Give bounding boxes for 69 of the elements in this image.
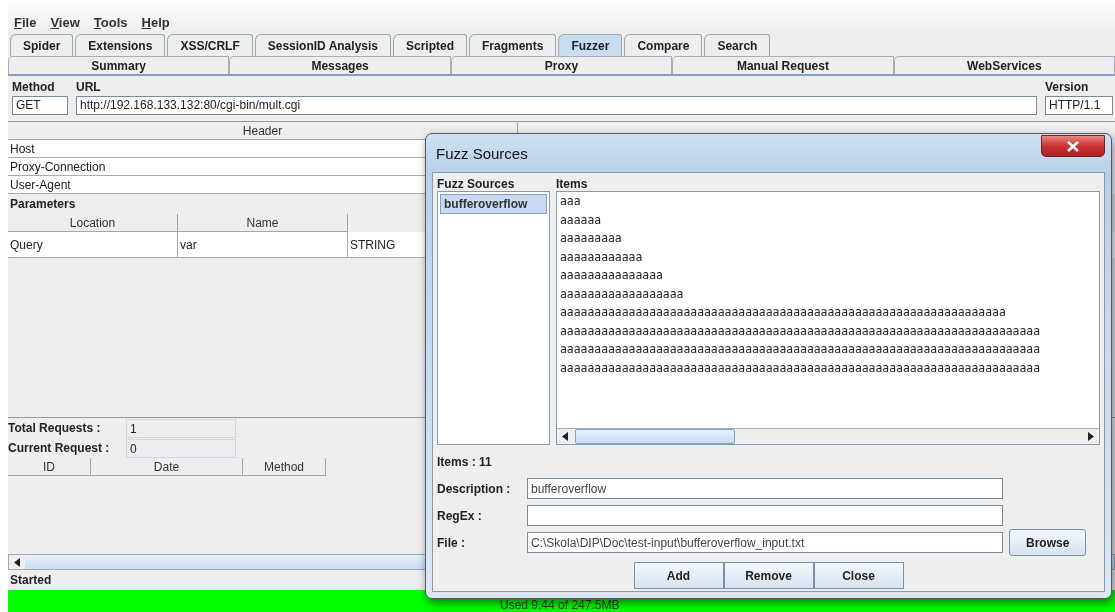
menu-item[interactable]: File bbox=[14, 15, 37, 30]
scroll-thumb[interactable] bbox=[575, 429, 735, 444]
list-item[interactable]: aaaaaaaaaaaaaaaaaaaaaaaaaaaaaaaaaaaaaaaaaaaaaaaaaaaaaaaaaaaaaaaaa bbox=[560, 305, 1006, 319]
tab[interactable]: XSS/CRLF bbox=[167, 34, 253, 56]
list-item[interactable]: aaaaaaaaaaaaaaaaaaaaaaaaaaaaaaaaaaaaaaaaaaaaaaaaaaaaaaaaaaaaaaaaaaaaaa bbox=[560, 342, 1041, 356]
list-item[interactable]: aaaaaaaaaaaaaaaaaa bbox=[560, 286, 684, 301]
tab[interactable]: Fuzzer bbox=[558, 34, 623, 56]
menu-item[interactable]: Help bbox=[141, 15, 170, 30]
list-item[interactable]: aaaaaaaaaaaaaaaaaaaaaaaaaaaaaaaaaaaaaaaaaaaaaaaaaaaaaaaaaaaaaaaaaaaaaa bbox=[560, 323, 1041, 338]
tab[interactable]: Proxy bbox=[450, 56, 673, 74]
left-arrow-icon[interactable] bbox=[14, 557, 20, 567]
tab[interactable]: Scripted bbox=[393, 34, 467, 56]
url-field[interactable]: http://192.168.133.132:80/cgi-bin/mult.cgi bbox=[76, 96, 1037, 115]
column-header[interactable]: ID bbox=[8, 458, 91, 476]
list-item[interactable]: aaaaaaaaaaaaaaaaaaaaaaaaaaaaaaaaaaaaaaaaaaaaaaaaaaaaaaaaaaaaaaaaaaaaaa bbox=[560, 360, 1041, 375]
items-count: Items : 11 bbox=[437, 454, 493, 471]
field-label: URL bbox=[76, 80, 102, 94]
tab[interactable]: SessionID Analysis bbox=[254, 34, 391, 56]
dialog-button[interactable]: Add bbox=[633, 562, 724, 589]
stat-value: 1 bbox=[126, 418, 236, 438]
list-label: Items bbox=[556, 177, 589, 191]
list-label: Fuzz Sources bbox=[437, 177, 516, 191]
version-field[interactable]: HTTP/1.1 bbox=[1045, 96, 1113, 115]
list-item[interactable]: bufferoverflow bbox=[440, 194, 547, 214]
column-header[interactable]: Name bbox=[178, 214, 348, 232]
tab[interactable]: WebServices bbox=[893, 56, 1115, 74]
tab[interactable]: Extensions bbox=[75, 34, 166, 56]
tab[interactable]: Manual Request bbox=[672, 56, 894, 74]
table-cell: var bbox=[178, 232, 348, 258]
dialog-button[interactable]: Close bbox=[813, 562, 904, 589]
field-label: Description : bbox=[437, 481, 512, 496]
dialog-button[interactable]: Remove bbox=[723, 562, 814, 589]
list-item[interactable]: aaa bbox=[560, 194, 581, 208]
input-field[interactable]: bufferoverflow bbox=[527, 478, 1003, 499]
tab[interactable]: Spider bbox=[10, 34, 74, 56]
tab[interactable]: Search bbox=[704, 34, 771, 56]
browse-button[interactable]: Browse bbox=[1009, 529, 1087, 556]
tab[interactable]: Fragments bbox=[469, 34, 557, 56]
list-item[interactable]: aaaaaaaaa bbox=[560, 231, 622, 245]
tab[interactable]: Compare bbox=[624, 34, 703, 56]
table-cell: Query bbox=[8, 232, 178, 258]
section-title: Parameters bbox=[9, 196, 77, 213]
tab[interactable]: Messages bbox=[229, 56, 451, 74]
input-field[interactable] bbox=[527, 505, 1003, 526]
column-header[interactable]: Method bbox=[243, 458, 326, 476]
stat-value: 0 bbox=[126, 438, 236, 458]
list-item[interactable]: aaaaaaaaaaaa bbox=[560, 249, 643, 264]
field-label: RegEx : bbox=[437, 508, 483, 523]
stat-label: Current Request : bbox=[8, 441, 111, 455]
field-label: Method bbox=[12, 80, 56, 94]
field-label: Version bbox=[1045, 80, 1090, 94]
column-header[interactable]: Date bbox=[91, 458, 243, 476]
list-item[interactable]: aaaaaa bbox=[560, 212, 602, 227]
status-text: Started bbox=[9, 572, 52, 589]
method-field[interactable]: GET bbox=[12, 96, 68, 115]
left-arrow-icon[interactable] bbox=[562, 432, 568, 441]
menu-item[interactable]: View bbox=[50, 15, 80, 30]
close-icon bbox=[1067, 140, 1079, 152]
input-field[interactable]: C:\Skola\DIP\Doc\test-input\bufferoverflow_input.txt bbox=[527, 532, 1003, 553]
list-item[interactable]: aaaaaaaaaaaaaaa bbox=[560, 268, 663, 282]
scrollbar[interactable] bbox=[557, 428, 1099, 444]
tab[interactable]: Summary bbox=[8, 56, 230, 74]
column-header[interactable]: Location bbox=[8, 214, 178, 232]
stat-label: Total Requests : bbox=[8, 421, 102, 435]
close-button[interactable] bbox=[1041, 135, 1105, 157]
field-label: File : bbox=[437, 535, 466, 550]
menu-item[interactable]: Tools bbox=[93, 15, 128, 30]
right-arrow-icon[interactable] bbox=[1088, 432, 1094, 441]
memory-text: Used 9.44 of 247.5MB bbox=[500, 598, 620, 612]
